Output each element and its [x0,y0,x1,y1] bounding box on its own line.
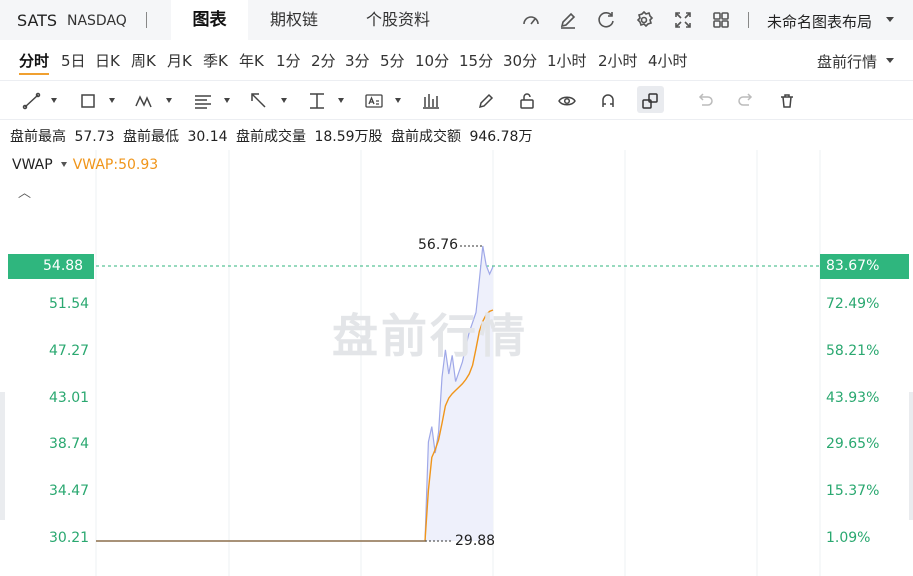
gauge-icon[interactable] [520,9,542,31]
premarket-amount-label: 盘前成交额 [391,129,461,145]
pencil-icon[interactable] [476,91,496,111]
session-selector[interactable]: 盘前行情 [817,51,877,72]
y-axis-left-label: 43.01 [49,390,90,406]
drawing-toolbar [0,80,913,120]
edit-icon[interactable] [557,9,579,31]
collapse-icon[interactable]: ︿ [18,182,31,201]
period-month[interactable]: 月K [167,50,192,71]
rectangle-tool-icon[interactable] [78,91,98,111]
pattern-tool-icon[interactable] [134,91,154,111]
period-intraday[interactable]: 分时 [19,50,49,71]
ticker-symbol: SATS [17,11,58,30]
price-area [96,246,493,541]
y-axis-left-label: 34.47 [49,483,90,499]
right-panel-handle[interactable] [909,392,913,520]
y-axis-left-label: 38.74 [49,436,90,452]
period-bar: 分时 5日 日K 周K 月K 季K 年K 1分 2分 3分 5分 10分 15分… [0,40,913,78]
premarket-high: 57.73 [74,129,115,145]
indicator-name[interactable]: VWAP [12,157,53,173]
period-5m[interactable]: 5分 [380,50,405,71]
chevron-down-icon[interactable] [886,17,894,22]
period-1h[interactable]: 1小时 [547,50,587,71]
fib-tool-icon[interactable] [193,91,213,111]
undo-icon[interactable] [695,91,715,111]
line-tool-icon[interactable] [22,91,42,111]
period-15m[interactable]: 15分 [459,50,493,71]
text-tool-icon[interactable] [364,91,384,111]
grid-icon[interactable] [710,9,732,31]
tab-stock-profile[interactable]: 个股资料 [366,0,430,40]
chevron-down-icon[interactable] [338,98,344,103]
period-1m[interactable]: 1分 [276,50,301,71]
period-week[interactable]: 周K [131,50,156,71]
period-year[interactable]: 年K [239,50,264,71]
premarket-amount: 946.78万 [469,129,533,145]
indicator-legend: VWAP VWAP:50.93 [12,157,158,173]
watermark: 盘前行情 [332,309,528,363]
y-axis-right-label: 1.09% [826,530,871,546]
premarket-high-label: 盘前最高 [10,129,66,145]
premarket-volume-label: 盘前成交量 [236,129,306,145]
low-marker-label: 29.88 [455,533,496,549]
magnet-icon[interactable] [598,91,618,111]
refresh-icon[interactable] [595,9,617,31]
chevron-down-icon[interactable] [109,98,115,103]
lock-icon[interactable] [517,91,537,111]
chevron-down-icon[interactable] [224,98,230,103]
premarket-low-label: 盘前最低 [123,129,179,145]
active-period-indicator [19,73,49,75]
chart-series [96,245,494,542]
period-30m[interactable]: 30分 [503,50,537,71]
layout-selector[interactable]: 未命名图表布局 [767,11,872,32]
redo-icon[interactable] [736,91,756,111]
period-2h[interactable]: 2小时 [598,50,638,71]
link-icon[interactable] [640,91,660,111]
measure-tool-icon[interactable] [307,91,327,111]
period-5d[interactable]: 5日 [61,50,86,71]
top-bar: SATS NASDAQ 图表 期权链 个股资料 未命名图表布局 [0,0,913,40]
vwap-value: VWAP:50.93 [72,157,159,173]
fullscreen-icon[interactable] [672,9,694,31]
arrow-tool-icon[interactable] [249,91,269,111]
period-2m[interactable]: 2分 [311,50,336,71]
chevron-down-icon[interactable] [166,98,172,103]
chevron-down-icon[interactable] [395,98,401,103]
divider [748,12,749,28]
period-quarter[interactable]: 季K [203,50,228,71]
trash-icon[interactable] [777,91,797,111]
chevron-down-icon[interactable] [60,161,67,167]
chevron-down-icon[interactable] [51,98,57,103]
premarket-stats: 盘前最高 57.73 盘前最低 30.14 盘前成交量 18.59万股 盘前成交… [10,126,536,146]
divider [146,12,147,28]
eye-icon[interactable] [557,91,577,111]
left-panel-handle[interactable] [0,392,5,520]
y-axis-right-label: 58.21% [826,343,880,359]
y-axis-left-label: 30.21 [49,530,90,546]
period-day[interactable]: 日K [95,50,120,71]
exchange-label: NASDAQ [67,13,127,29]
period-4h[interactable]: 4小时 [648,50,688,71]
chevron-down-icon[interactable] [281,98,287,103]
gear-icon[interactable] [633,9,655,31]
current-price-badge: 54.88 [8,254,94,279]
y-axis-right-label: 29.65% [826,436,880,452]
high-marker-label: 56.76 [418,237,459,253]
y-axis-right-label: 43.93% [826,390,880,406]
chevron-down-icon[interactable] [886,58,894,63]
y-axis-right-label: 15.37% [826,483,880,499]
premarket-low: 30.14 [187,129,228,145]
indicator-icon[interactable] [421,91,441,111]
y-axis-left-label: 47.27 [49,343,90,359]
tab-options-chain[interactable]: 期权链 [270,0,318,40]
tab-chart[interactable]: 图表 [171,0,248,40]
premarket-volume: 18.59万股 [314,129,383,145]
period-10m[interactable]: 10分 [415,50,449,71]
current-change-badge: 83.67% [820,254,909,279]
period-3m[interactable]: 3分 [345,50,370,71]
y-axis-right-label: 72.49% [826,296,880,312]
y-axis-left-label: 51.54 [49,296,90,312]
